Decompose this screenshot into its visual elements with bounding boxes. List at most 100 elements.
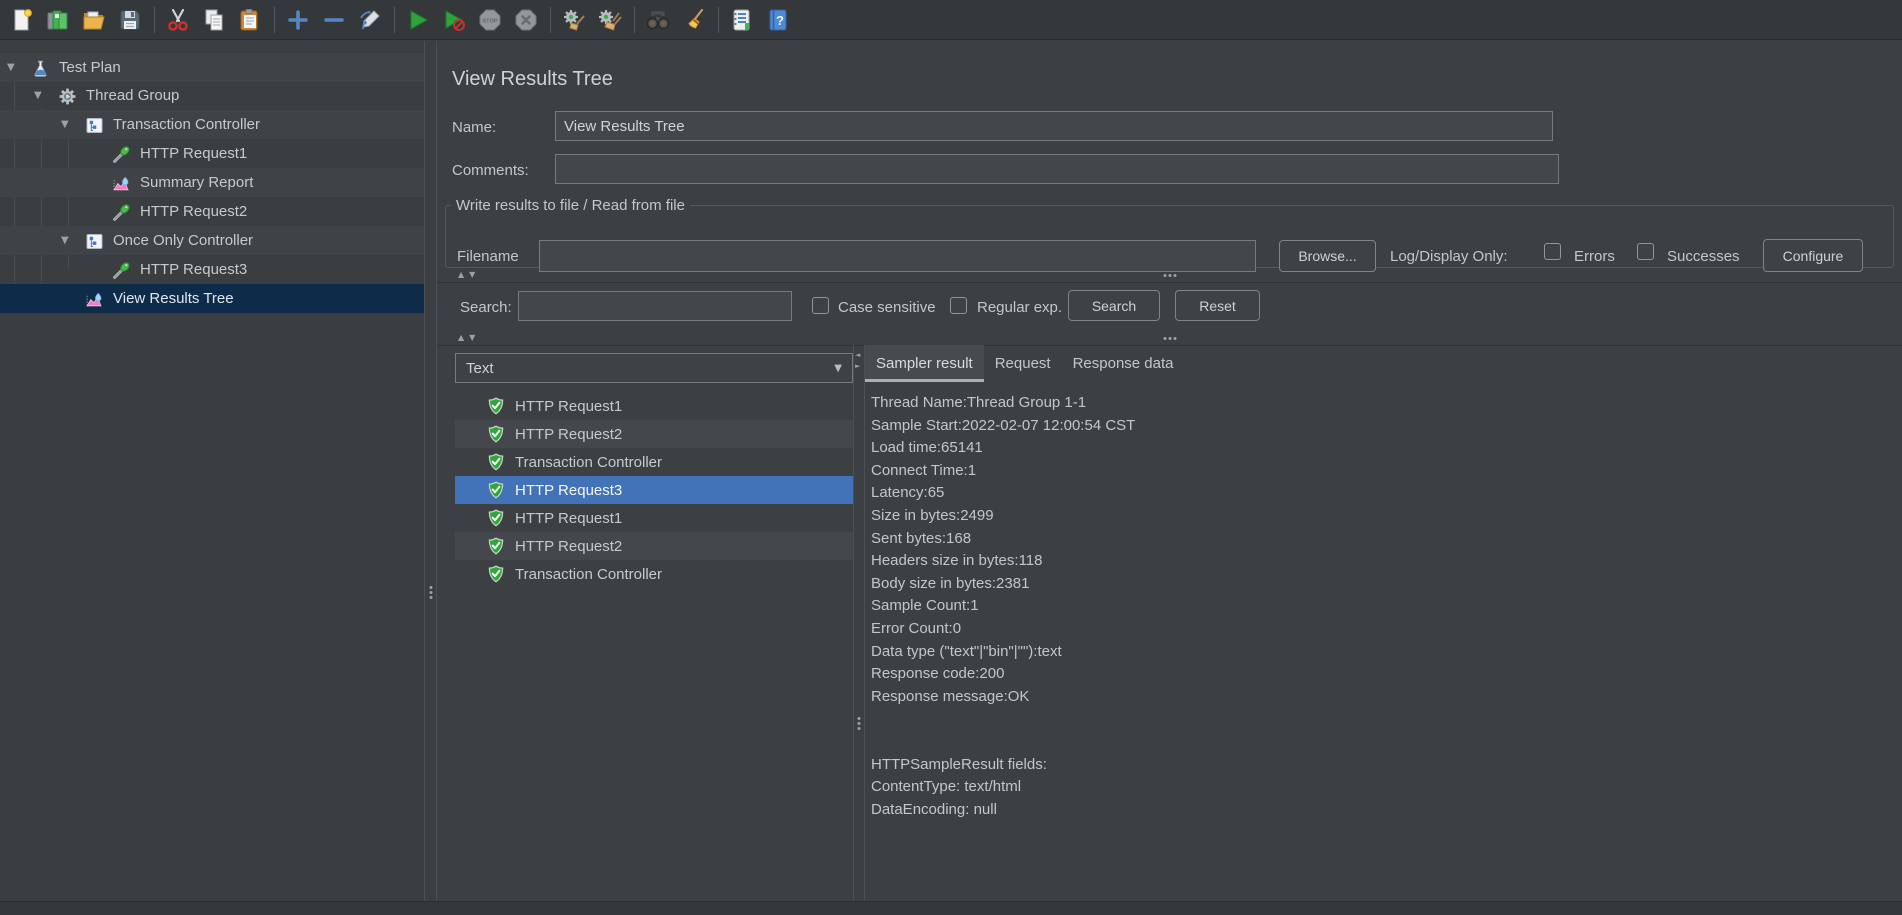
controller-icon <box>85 231 105 251</box>
errors-checkbox[interactable] <box>1544 243 1561 260</box>
function-helper-button[interactable] <box>728 6 756 34</box>
clear-search-button[interactable] <box>680 6 708 34</box>
tree-item-transaction-controller[interactable]: ▼Transaction Controller <box>0 110 424 139</box>
start-button[interactable] <box>404 6 432 34</box>
tree-item-once-only-controller[interactable]: ▼Once Only Controller <box>0 226 424 255</box>
help-icon: ? <box>766 8 790 32</box>
remove-button[interactable] <box>320 6 348 34</box>
upper-horizontal-splitter[interactable]: ▲▼ <box>437 269 1902 283</box>
results-filter-value: Text <box>466 360 494 377</box>
case-sensitive-label[interactable]: Case sensitive <box>838 299 936 316</box>
tab-request[interactable]: Request <box>984 345 1062 382</box>
tree-item-label: HTTP Request1 <box>140 145 247 162</box>
sampler-result-line: Error Count:0 <box>871 618 1894 641</box>
start-no-pauses-icon <box>442 8 466 32</box>
success-shield-icon <box>487 509 505 527</box>
name-input[interactable] <box>555 111 1553 141</box>
browse-button[interactable]: Browse... <box>1279 240 1376 272</box>
splitter-collapse-arrows-icon[interactable]: ▲▼ <box>458 270 480 279</box>
tree-item-http-request1[interactable]: HTTP Request1 <box>0 139 424 168</box>
regular-exp-label[interactable]: Regular exp. <box>977 299 1062 316</box>
result-item-label: HTTP Request1 <box>515 510 622 527</box>
tree-item-http-request2[interactable]: HTTP Request2 <box>0 197 424 226</box>
tree-item-summary-report[interactable]: Summary Report <box>0 168 424 197</box>
expander-down-icon[interactable]: ▼ <box>31 90 58 101</box>
result-item-http-request3[interactable]: HTTP Request3 <box>455 476 853 504</box>
results-viewer-splitter[interactable]: ◄► <box>853 345 865 902</box>
expander-down-icon[interactable]: ▼ <box>58 119 85 130</box>
save-button[interactable] <box>116 6 144 34</box>
expander-down-icon[interactable]: ▼ <box>4 62 31 73</box>
tab-response-data[interactable]: Response data <box>1062 345 1185 382</box>
successes-checkbox[interactable] <box>1637 243 1654 260</box>
filename-label: Filename <box>457 248 519 265</box>
errors-label[interactable]: Errors <box>1574 248 1615 265</box>
splitter-grip-icon[interactable] <box>858 717 861 730</box>
comments-input[interactable] <box>555 154 1559 184</box>
result-item-label: Transaction Controller <box>515 454 662 471</box>
results-filter-select[interactable]: Text ▼ <box>455 353 853 383</box>
sampler-result-line: Load time:65141 <box>871 437 1894 460</box>
search-button[interactable]: Search <box>1068 290 1160 321</box>
splitter-grip-icon[interactable] <box>429 586 432 599</box>
splitter-collapse-arrows-icon[interactable]: ◄► <box>855 350 860 372</box>
expander-down-icon[interactable]: ▼ <box>58 235 85 246</box>
result-item-transaction-controller[interactable]: Transaction Controller <box>455 448 853 476</box>
search-input[interactable] <box>518 291 792 321</box>
paste-button[interactable] <box>236 6 264 34</box>
new-file-button[interactable] <box>8 6 36 34</box>
success-shield-icon <box>487 425 505 443</box>
templates-icon <box>46 8 70 32</box>
result-item-http-request1[interactable]: HTTP Request1 <box>455 392 853 420</box>
result-item-transaction-controller[interactable]: Transaction Controller <box>455 560 853 588</box>
result-item-http-request2[interactable]: HTTP Request2 <box>455 420 853 448</box>
shutdown-button[interactable] <box>512 6 540 34</box>
configure-button[interactable]: Configure <box>1763 239 1863 272</box>
clear-all-button[interactable] <box>596 6 624 34</box>
copy-icon <box>202 8 226 32</box>
chevron-down-icon: ▼ <box>834 363 842 374</box>
reset-button[interactable]: Reset <box>1175 290 1260 321</box>
tree-item-http-request3[interactable]: HTTP Request3 <box>0 255 424 284</box>
clear-all-icon <box>598 8 622 32</box>
lower-horizontal-splitter[interactable]: ▲▼ <box>437 332 1902 346</box>
splitter-grip-icon[interactable] <box>1163 337 1176 340</box>
comments-label: Comments: <box>452 162 529 179</box>
svg-text:?: ? <box>776 13 784 28</box>
toolbar-separator <box>634 7 635 33</box>
viewer-tabs: Sampler resultRequestResponse data <box>865 345 1902 382</box>
help-button[interactable]: ? <box>764 6 792 34</box>
result-item-http-request2[interactable]: HTTP Request2 <box>455 532 853 560</box>
tree-item-thread-group[interactable]: ▼Thread Group <box>0 81 424 110</box>
templates-button[interactable] <box>44 6 72 34</box>
successes-label[interactable]: Successes <box>1667 248 1740 265</box>
sampler-result-line <box>871 731 1894 754</box>
search-button[interactable] <box>644 6 672 34</box>
tree-main-splitter[interactable] <box>424 41 437 902</box>
cut-button[interactable] <box>164 6 192 34</box>
case-sensitive-checkbox[interactable] <box>812 297 829 314</box>
sampler-result-line: Connect Time:1 <box>871 460 1894 483</box>
http-request-icon <box>112 202 132 222</box>
page-title: View Results Tree <box>452 68 613 91</box>
chart-listener-icon <box>112 173 132 193</box>
stop-button[interactable]: STOP <box>476 6 504 34</box>
cut-icon <box>166 8 190 32</box>
controller-icon <box>85 115 105 135</box>
add-button[interactable] <box>284 6 312 34</box>
stop-icon: STOP <box>478 8 502 32</box>
clear-button[interactable] <box>560 6 588 34</box>
start-no-pauses-button[interactable] <box>440 6 468 34</box>
splitter-grip-icon[interactable] <box>1163 274 1176 277</box>
result-item-http-request1[interactable]: HTTP Request1 <box>455 504 853 532</box>
filename-input[interactable] <box>539 240 1256 272</box>
regular-exp-checkbox[interactable] <box>950 297 967 314</box>
splitter-collapse-arrows-icon[interactable]: ▲▼ <box>458 333 480 342</box>
open-file-button[interactable] <box>80 6 108 34</box>
tree-item-view-results-tree[interactable]: View Results Tree <box>0 284 424 313</box>
edit-button[interactable] <box>356 6 384 34</box>
copy-button[interactable] <box>200 6 228 34</box>
tab-sampler-result[interactable]: Sampler result <box>865 345 984 382</box>
sampler-result-line: Sample Count:1 <box>871 595 1894 618</box>
tree-item-test-plan[interactable]: ▼Test Plan <box>0 53 424 82</box>
